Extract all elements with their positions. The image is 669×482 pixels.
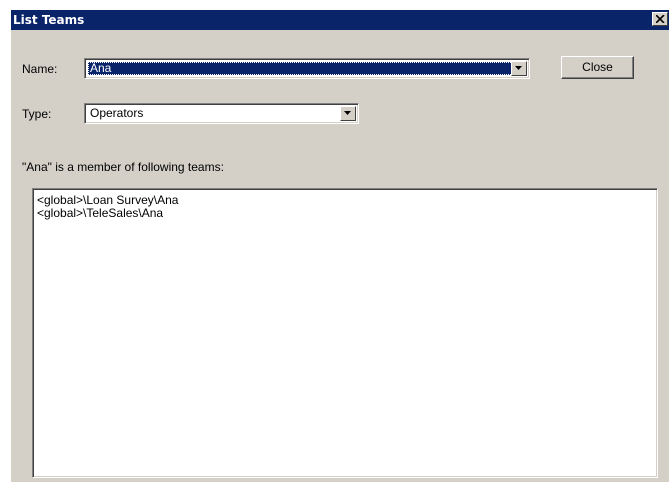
window-close-button[interactable] xyxy=(652,12,668,26)
type-combobox-value: Operators xyxy=(90,106,144,120)
type-combobox[interactable]: Operators xyxy=(84,103,359,124)
title-bar[interactable]: List Teams xyxy=(11,10,669,30)
name-combobox[interactable]: Ana xyxy=(84,58,530,79)
name-label: Name: xyxy=(22,62,58,76)
name-combobox-value: Ana xyxy=(88,62,515,75)
teams-listbox[interactable]: <global>\Loan Survey\Ana <global>\TeleSa… xyxy=(32,188,658,478)
window-title: List Teams xyxy=(13,13,85,27)
close-button[interactable]: Close xyxy=(561,56,634,79)
chevron-down-icon xyxy=(344,111,351,115)
name-dropdown-button[interactable] xyxy=(511,61,527,76)
chevron-down-icon xyxy=(515,66,522,70)
type-label: Type: xyxy=(22,107,52,121)
close-icon xyxy=(656,15,665,23)
list-teams-dialog: List Teams Name: Ana Close Type: Operato… xyxy=(10,9,669,482)
type-dropdown-button[interactable] xyxy=(340,106,356,121)
list-item[interactable]: <global>\TeleSales\Ana xyxy=(37,207,163,220)
membership-caption: "Ana" is a member of following teams: xyxy=(22,160,224,174)
